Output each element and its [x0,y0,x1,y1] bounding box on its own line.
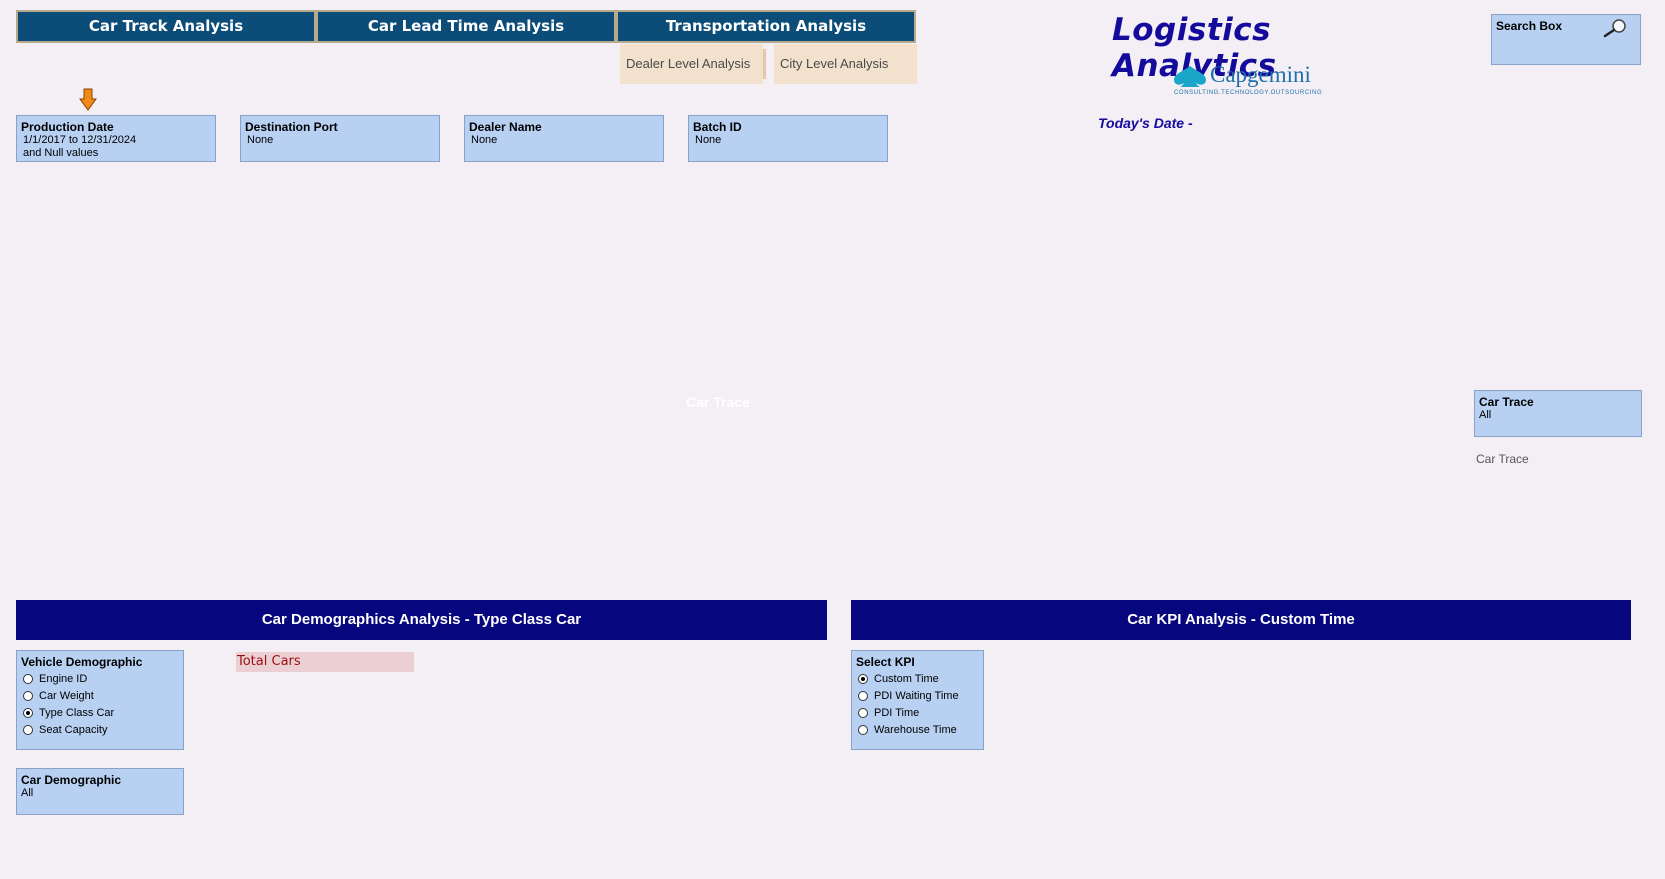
vehicle-demographic-title: Vehicle Demographic [21,655,143,669]
filter-production-date[interactable]: Production Date 1/1/2017 to 12/31/2024 a… [16,115,216,162]
filter-value: 1/1/2017 to 12/31/2024 [23,134,137,146]
select-kpi-title: Select KPI [856,655,915,669]
search-icon[interactable] [1602,18,1628,38]
filter-title: Batch ID [693,120,742,134]
section-car-kpi: Car KPI Analysis - Custom Time [851,600,1631,640]
car-trace-value: All [1479,409,1492,421]
filter-value: None [695,134,722,146]
search-box[interactable]: Search Box [1491,14,1641,65]
car-demographic-listbox[interactable]: Car Demographic All [16,768,184,815]
section-car-demographics: Car Demographics Analysis - Type Class C… [16,600,827,640]
subtab-city-level-analysis[interactable]: City Level Analysis [774,44,917,84]
total-cars-label: Total Cars [236,652,414,672]
radio-label: Custom Time [874,672,939,685]
search-box-label: Search Box [1496,19,1563,33]
radio-label: Engine ID [39,672,88,685]
filter-title: Dealer Name [469,120,542,134]
filter-batch-id[interactable]: Batch ID None [688,115,888,162]
car-demographic-title: Car Demographic [21,773,122,787]
radio-button-selected[interactable] [858,673,868,684]
radio-custom-time[interactable]: Custom Time [852,670,983,687]
radio-seat-capacity[interactable]: Seat Capacity [17,721,183,738]
radio-button[interactable] [858,724,868,735]
filter-dealer-name[interactable]: Dealer Name None [464,115,664,162]
radio-button[interactable] [858,707,868,718]
radio-label: Car Weight [39,689,94,702]
filter-destination-port[interactable]: Destination Port None [240,115,440,162]
filter-value: None [247,134,274,146]
car-demographic-value: All [21,787,34,799]
tab-transportation-analysis[interactable]: Transportation Analysis [616,10,916,43]
radio-engine-id[interactable]: Engine ID [17,670,183,687]
capgemini-logo: Capgemini CONSULTING.TECHNOLOGY.OUTSOURC… [1172,62,1322,100]
radio-type-class-car[interactable]: Type Class Car [17,704,183,721]
radio-button[interactable] [858,690,868,701]
radio-car-weight[interactable]: Car Weight [17,687,183,704]
radio-label: PDI Waiting Time [874,689,959,702]
car-trace-chart-label: Car Trace [686,394,750,410]
radio-warehouse-time[interactable]: Warehouse Time [852,721,983,738]
subtab-divider [763,49,766,79]
radio-button[interactable] [23,673,33,684]
down-arrow-icon [79,88,97,111]
filter-title: Destination Port [245,120,338,134]
vehicle-demographic-box: Vehicle Demographic Engine ID Car Weight… [16,650,184,750]
select-kpi-box: Select KPI Custom Time PDI Waiting Time … [851,650,984,750]
car-trace-title: Car Trace [1479,395,1534,409]
capgemini-wordmark: Capgemini [1210,62,1311,87]
radio-button[interactable] [23,724,33,735]
filter-value: None [471,134,498,146]
capgemini-tagline: CONSULTING.TECHNOLOGY.OUTSOURCING [1174,90,1323,96]
radio-label: Seat Capacity [39,723,108,736]
radio-pdi-time[interactable]: PDI Time [852,704,983,721]
radio-button[interactable] [23,690,33,701]
car-trace-listbox[interactable]: Car Trace All [1474,390,1642,437]
radio-button-selected[interactable] [23,707,33,718]
capgemini-spade-icon [1174,66,1206,87]
filter-value: and Null values [23,147,99,159]
radio-label: Type Class Car [39,706,115,719]
filter-title: Production Date [21,120,114,134]
tab-car-track-analysis[interactable]: Car Track Analysis [16,10,316,43]
todays-date-label: Today's Date - [1098,115,1193,131]
tab-car-lead-time-analysis[interactable]: Car Lead Time Analysis [316,10,616,43]
radio-label: PDI Time [874,706,920,719]
radio-pdi-waiting-time[interactable]: PDI Waiting Time [852,687,983,704]
subtab-dealer-level-analysis[interactable]: Dealer Level Analysis [620,44,763,84]
car-trace-caption: Car Trace [1476,452,1529,466]
radio-label: Warehouse Time [874,723,957,736]
